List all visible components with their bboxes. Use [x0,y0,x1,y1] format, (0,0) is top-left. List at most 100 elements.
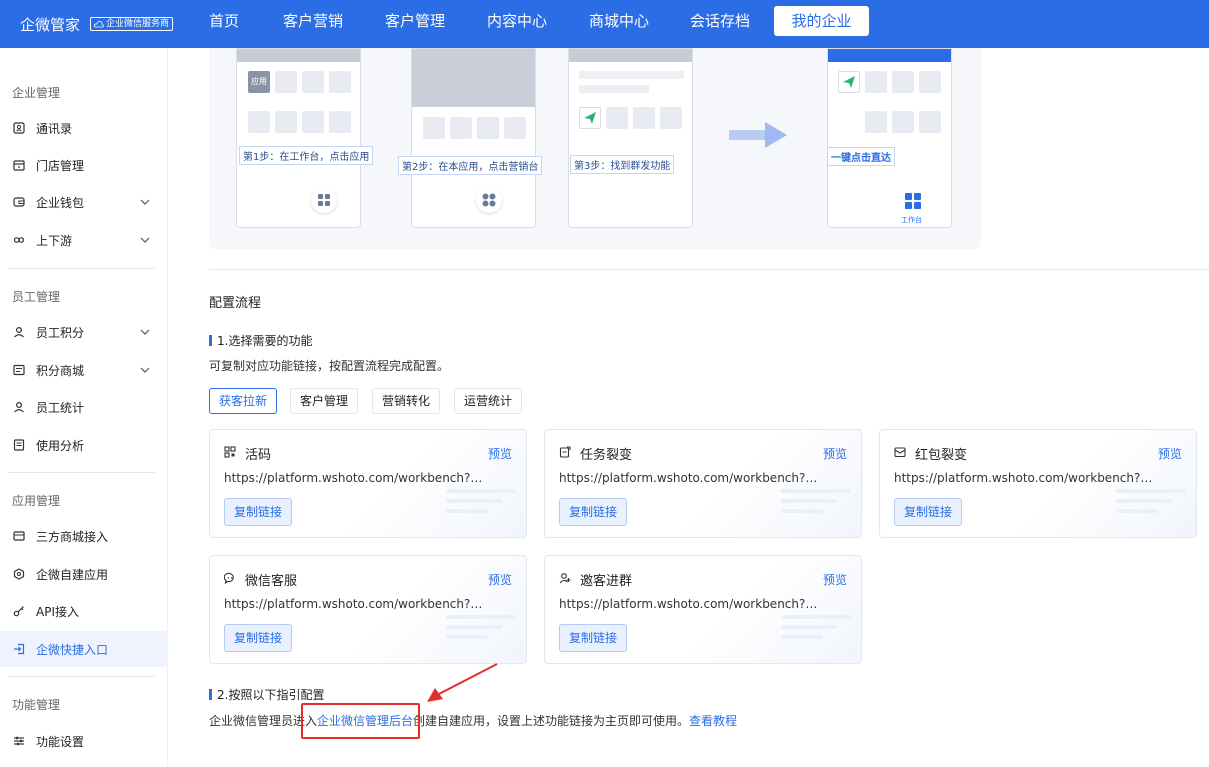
sidebar-item-contacts[interactable]: 通讯录 [0,110,168,146]
preview-link[interactable]: 预览 [1158,445,1182,462]
tile [633,107,655,129]
nav-content-center[interactable]: 内容中心 [487,6,547,36]
section-divider [209,269,1209,270]
red-packet-icon [894,447,906,458]
card-url: https://platform.wshoto.com/workbench?ci… [224,597,488,611]
copy-link-button[interactable]: 复制链接 [894,498,962,526]
sidebar-item-self-built-app[interactable]: 企微自建应用 [0,556,168,592]
card-decoration [1116,489,1186,525]
chevron-down-icon [140,237,150,243]
nav-customer-management[interactable]: 客户管理 [385,6,445,36]
step3-label: 第3步：找到群发功能 [570,155,675,174]
sidebar-item-label: 积分商城 [36,363,85,378]
preview-link[interactable]: 预览 [823,445,847,462]
sidebar-item-third-party-mall[interactable]: 三方商城接入 [0,518,168,554]
copy-link-button[interactable]: 复制链接 [559,498,627,526]
step1-description: 可复制对应功能链接，按配置流程完成配置。 [209,359,450,373]
tab-marketing-conversion[interactable]: 营销转化 [372,388,440,414]
user-icon [12,325,26,339]
brand-name: 企微管家 [20,15,81,34]
feature-card-live-code: 活码 预览 https://platform.wshoto.com/workbe… [209,429,527,538]
marketing-icon [476,187,502,213]
preview-link[interactable]: 预览 [488,445,512,462]
card-decoration [446,489,516,525]
card-decoration [446,615,516,651]
phone-mockup-result: 工作台 [827,48,952,228]
tile [504,117,526,139]
qrcode-icon [224,446,236,458]
nav-session-archive[interactable]: 会话存档 [690,6,750,36]
sidebar-item-wallet[interactable]: 企业钱包 [0,184,168,220]
sidebar-item-label: 企业钱包 [36,195,85,210]
nav-home[interactable]: 首页 [202,6,246,36]
sliders-icon [12,734,26,748]
nav-mall-center[interactable]: 商城中心 [589,6,649,36]
send-tile [579,107,601,129]
workbench-grid-icon [311,187,337,213]
tab-operation-stats[interactable]: 运营统计 [454,388,522,414]
sidebar-item-label: 员工统计 [36,400,85,415]
step1-label: 第1步：在工作台，点击应用 [239,146,374,165]
sidebar-item-store[interactable]: 门店管理 [0,147,168,183]
sidebar-item-staff-points[interactable]: 员工积分 [0,314,168,350]
sidebar-section-staff: 员工管理 [12,290,61,304]
tile [865,71,887,93]
card-title: 微信客服 [245,574,298,589]
sidebar-section-features: 功能管理 [12,698,61,712]
tutorial-link[interactable]: 查看教程 [689,714,737,728]
third-party-icon [12,529,26,543]
tab-customer-management[interactable]: 客户管理 [290,388,358,414]
card-url: https://platform.wshoto.com/workbench?ci… [559,471,823,485]
phone-mockup-feature [568,48,693,228]
chevron-down-icon [140,367,150,373]
sidebar-divider [8,676,155,677]
sidebar-item-api[interactable]: API接入 [0,593,168,629]
sidebar-item-quick-entry[interactable]: 企微快捷入口 [0,631,168,667]
analysis-icon [12,438,26,452]
sidebar-item-upstream-downstream[interactable]: 上下游 [0,222,168,258]
sidebar-divider [8,472,155,473]
sidebar-item-usage-analysis[interactable]: 使用分析 [0,427,168,463]
copy-link-button[interactable]: 复制链接 [559,624,627,652]
sidebar-item-label: 通讯录 [36,121,73,136]
user-stats-icon [12,400,26,414]
nav-customer-marketing[interactable]: 客户营销 [283,6,343,36]
sidebar: 企业管理 通讯录 门店管理 企业钱包 上下游 员工管理 员工积分 积分商城 员工… [0,48,168,767]
tile [329,71,351,93]
guide-suffix: 创建自建应用，设置上述功能链接为主页即可使用。 [413,714,690,728]
placeholder-line [579,71,684,79]
mall-icon [12,363,26,377]
flow-arrow-icon [729,122,787,148]
sidebar-item-points-mall[interactable]: 积分商城 [0,352,168,388]
brand-badge-text: 企业微信服务商 [106,19,170,29]
chat-icon [224,572,234,584]
copy-link-button[interactable]: 复制链接 [224,498,292,526]
sidebar-item-label: 员工积分 [36,325,85,340]
contacts-icon [12,121,26,135]
step4-label: 一键点击直达 [827,147,895,166]
tile [477,117,499,139]
card-url: https://platform.wshoto.com/workbench?ci… [894,471,1158,485]
phone-mockup-workbench: 应用 [236,48,361,228]
card-decoration [781,489,851,525]
card-title: 活码 [245,448,272,463]
preview-link[interactable]: 预览 [823,571,847,588]
sidebar-section-apps: 应用管理 [12,494,61,508]
hexagon-icon [12,567,26,581]
tab-customer-acquisition[interactable]: 获客拉新 [209,388,277,414]
card-decoration [781,615,851,651]
step1-heading: 1.选择需要的功能 [209,332,312,349]
nav-my-enterprise[interactable]: 我的企业 [774,6,869,36]
top-navbar: 企微管家 企业微信服务商 首页 客户营销 客户管理 内容中心 商城中心 会话存档… [0,0,1209,48]
copy-link-button[interactable]: 复制链接 [224,624,292,652]
chevron-down-icon [140,329,150,335]
feature-card-red-packet: 红包裂变 预览 https://platform.wshoto.com/work… [879,429,1197,538]
sidebar-item-staff-stats[interactable]: 员工统计 [0,389,168,425]
tile [275,111,297,133]
phone-header [569,49,692,62]
preview-link[interactable]: 预览 [488,571,512,588]
sidebar-item-feature-settings[interactable]: 功能设置 [0,723,168,759]
sidebar-item-label: API接入 [36,604,79,619]
step2-label: 第2步：在本应用，点击营销台 [398,156,543,175]
tile [919,111,941,133]
